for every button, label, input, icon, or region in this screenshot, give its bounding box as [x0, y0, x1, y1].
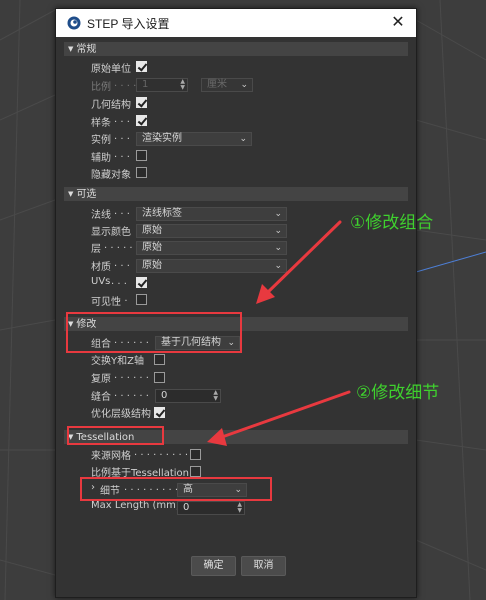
arrow-to-detail — [207, 390, 351, 446]
annotation-arrows — [207, 220, 351, 446]
arrow-to-combine — [256, 220, 342, 304]
